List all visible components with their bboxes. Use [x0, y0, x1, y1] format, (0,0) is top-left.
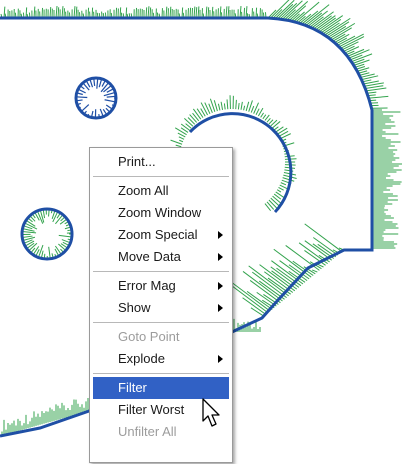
menu-separator [93, 271, 229, 272]
menu-item-zoom-special[interactable]: Zoom Special [90, 224, 232, 246]
menu-item-label: Explode [118, 351, 165, 366]
menu-item-label: Filter Worst [118, 402, 185, 417]
menu-item-label: Print... [118, 154, 156, 169]
menu-item-show[interactable]: Show [90, 297, 232, 319]
menu-item-label: Error Mag [118, 278, 176, 293]
submenu-arrow-icon [218, 253, 223, 261]
menu-separator [93, 373, 229, 374]
menu-item-explode[interactable]: Explode [90, 348, 232, 370]
menu-item-zoom-window[interactable]: Zoom Window [90, 202, 232, 224]
menu-item-label: Zoom Window [118, 205, 202, 220]
menu-item-print[interactable]: Print... [90, 151, 232, 173]
menu-item-label: Zoom Special [118, 227, 198, 242]
menu-item-zoom-all[interactable]: Zoom All [90, 180, 232, 202]
menu-item-label: Zoom All [118, 183, 169, 198]
submenu-arrow-icon [218, 282, 223, 290]
menu-item-label: Unfilter All [118, 424, 177, 439]
menu-item-filter[interactable]: Filter [93, 377, 229, 399]
menu-item-label: Goto Point [118, 329, 180, 344]
menu-item-label: Show [118, 300, 151, 315]
menu-item-error-mag[interactable]: Error Mag [90, 275, 232, 297]
menu-item-move-data[interactable]: Move Data [90, 246, 232, 268]
mouse-pointer-icon [202, 398, 220, 427]
menu-item-label: Move Data [118, 249, 181, 264]
menu-item-label: Filter [118, 380, 147, 395]
menu-separator [93, 322, 229, 323]
menu-separator [93, 176, 229, 177]
submenu-arrow-icon [218, 355, 223, 363]
menu-item-goto-point: Goto Point [90, 326, 232, 348]
submenu-arrow-icon [218, 231, 223, 239]
submenu-arrow-icon [218, 304, 223, 312]
